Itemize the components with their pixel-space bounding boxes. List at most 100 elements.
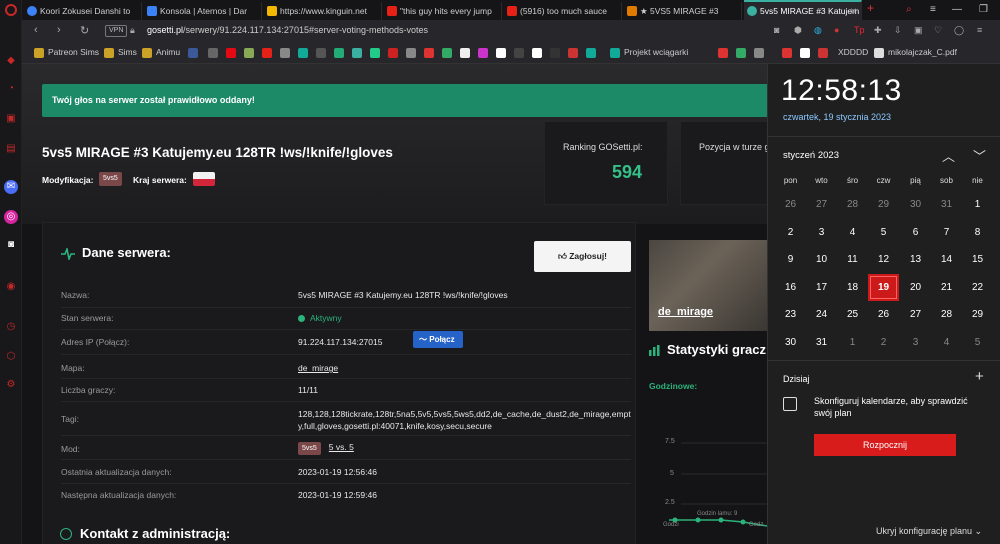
bookmark-icon[interactable]: [370, 48, 380, 58]
tab-youtube-1[interactable]: "this guy hits every jump: [384, 2, 502, 20]
lastpass-icon[interactable]: ●: [834, 25, 839, 35]
bookmark-icon[interactable]: [442, 48, 452, 58]
calendar-day[interactable]: 1: [962, 191, 993, 218]
bookmark-icon[interactable]: [800, 48, 810, 58]
vote-button[interactable]: 👍︎ Zagłosuj!: [534, 241, 631, 272]
clock-date[interactable]: czwartek, 19 stycznia 2023: [783, 112, 891, 122]
heart-icon[interactable]: ♡: [934, 25, 942, 36]
bookmark-xdddd[interactable]: XDDDD: [838, 47, 868, 57]
player-icon[interactable]: ◉: [4, 280, 18, 294]
calendar-day[interactable]: 11: [837, 246, 868, 273]
bookmark-projekt[interactable]: Projekt wciągarki: [624, 47, 688, 57]
calendar-day[interactable]: 2: [775, 219, 806, 246]
ip-value[interactable]: 91.224.117.134:27015: [298, 337, 382, 347]
calendar-day[interactable]: 5: [962, 329, 993, 356]
extension-icon[interactable]: ◍: [814, 25, 822, 36]
bookmark-icon[interactable]: [406, 48, 416, 58]
calendar-day[interactable]: 31: [931, 191, 962, 218]
bookmark-icon[interactable]: [550, 48, 560, 58]
tab-gosetti-1[interactable]: ★ 5VS5 MIRAGE #3: [624, 2, 742, 20]
netflix-icon[interactable]: [226, 48, 236, 58]
calendar-day[interactable]: 1: [837, 329, 868, 356]
mod-badge[interactable]: 5vs5: [99, 172, 122, 186]
calendar-day[interactable]: 27: [900, 301, 931, 328]
facebook-icon[interactable]: [188, 48, 198, 58]
calendar-day[interactable]: 6: [900, 219, 931, 246]
calendar-day[interactable]: 27: [806, 191, 837, 218]
calendar-day[interactable]: 8: [962, 219, 993, 246]
history-icon[interactable]: ◷: [4, 320, 18, 334]
bookmark-pdf[interactable]: mikolajczak_C.pdf: [888, 47, 957, 57]
tab-koori[interactable]: Koori Zokusei Danshi to: [24, 2, 142, 20]
profile-icon[interactable]: ◯: [954, 25, 964, 36]
calendar-day[interactable]: 18: [837, 274, 868, 301]
calendar-day[interactable]: 26: [775, 191, 806, 218]
calendar-day[interactable]: 9: [775, 246, 806, 273]
speed-dial-icon[interactable]: ◔: [4, 82, 18, 96]
shopping-icon[interactable]: ▣: [4, 112, 18, 126]
restore-icon[interactable]: ❐: [979, 4, 988, 15]
calendar-day[interactable]: 24: [806, 301, 837, 328]
calendar-day[interactable]: 20: [900, 274, 931, 301]
tab-aternos[interactable]: Konsola | Aternos | Dar: [144, 2, 262, 20]
camera-icon[interactable]: ◙: [774, 25, 779, 35]
calendar-day[interactable]: 22: [962, 274, 993, 301]
bookmark-icon[interactable]: [754, 48, 764, 58]
bookmark-icon[interactable]: [424, 48, 434, 58]
menu-icon[interactable]: ≡: [930, 4, 936, 15]
calendar-day[interactable]: 28: [931, 301, 962, 328]
calendar-day[interactable]: 7: [931, 219, 962, 246]
calendar-day[interactable]: 5: [868, 219, 899, 246]
search-icon[interactable]: ⌕: [906, 4, 912, 15]
connect-button[interactable]: 〜 Połącz: [413, 331, 463, 348]
youtube-icon[interactable]: [262, 48, 272, 58]
bookmark-icon[interactable]: [316, 48, 326, 58]
calendar-day[interactable]: 30: [900, 191, 931, 218]
calendar-day[interactable]: 31: [806, 329, 837, 356]
month-label[interactable]: styczeń 2023: [783, 150, 839, 161]
tab-kinguin[interactable]: https://www.kinguin.net: [264, 2, 382, 20]
twitch-icon[interactable]: ▤: [4, 142, 18, 156]
chevron-up-icon[interactable]: ︿: [942, 146, 955, 165]
bookmark-icon[interactable]: [334, 48, 344, 58]
bookmark-icon[interactable]: [496, 48, 506, 58]
bookmark-icon[interactable]: [460, 48, 470, 58]
calendar-day[interactable]: 16: [775, 274, 806, 301]
mod-row-badge[interactable]: 5vs5: [298, 442, 321, 455]
bookmark-sims[interactable]: Sims: [118, 47, 137, 57]
calendar-day[interactable]: 28: [837, 191, 868, 218]
bookmark-icon[interactable]: [736, 48, 746, 58]
calendar-day[interactable]: 12: [868, 246, 899, 273]
mod-link[interactable]: 5 vs. 5: [329, 442, 354, 452]
lock-icon[interactable]: 🔒︎: [130, 25, 135, 36]
calendar-day[interactable]: 13: [900, 246, 931, 273]
map-card[interactable]: de_mirage: [649, 240, 767, 331]
tab-youtube-2[interactable]: (5916) too much sauce: [504, 2, 622, 20]
close-tab-icon[interactable]: ✕: [850, 2, 857, 20]
bookmark-icon[interactable]: [586, 48, 596, 58]
extensions-icon[interactable]: ⬡: [4, 350, 18, 364]
opera-logo-icon[interactable]: [5, 4, 17, 16]
discord-icon[interactable]: ◙: [4, 238, 18, 252]
bookmark-patreon-sims[interactable]: Patreon Sims: [48, 47, 99, 57]
calendar-day[interactable]: 3: [900, 329, 931, 356]
calendar-day[interactable]: 25: [837, 301, 868, 328]
download-icon[interactable]: ⇩: [894, 25, 902, 36]
map-link[interactable]: de_mirage: [298, 363, 338, 373]
calendar-day[interactable]: 29: [868, 191, 899, 218]
url-field[interactable]: gosetti.pl/serwery/91.224.117.134:27015#…: [147, 25, 428, 35]
vpn-badge[interactable]: VPN: [105, 25, 128, 37]
new-tab-plus-icon[interactable]: +: [867, 1, 874, 15]
calendar-day[interactable]: 4: [837, 219, 868, 246]
bookmark-icon[interactable]: [208, 48, 218, 58]
bookmark-icon[interactable]: [298, 48, 308, 58]
reload-icon[interactable]: ↻: [80, 24, 89, 37]
bookmark-animu[interactable]: Animu: [156, 47, 180, 57]
bookmark-icon[interactable]: [388, 48, 398, 58]
map-card-name[interactable]: de_mirage: [658, 306, 713, 318]
calendar-day[interactable]: 10: [806, 246, 837, 273]
minimize-icon[interactable]: —: [952, 4, 962, 15]
calendar-day-today[interactable]: 19: [868, 273, 899, 301]
bookmark-icon[interactable]: [718, 48, 728, 58]
bookmark-icon[interactable]: [782, 48, 792, 58]
